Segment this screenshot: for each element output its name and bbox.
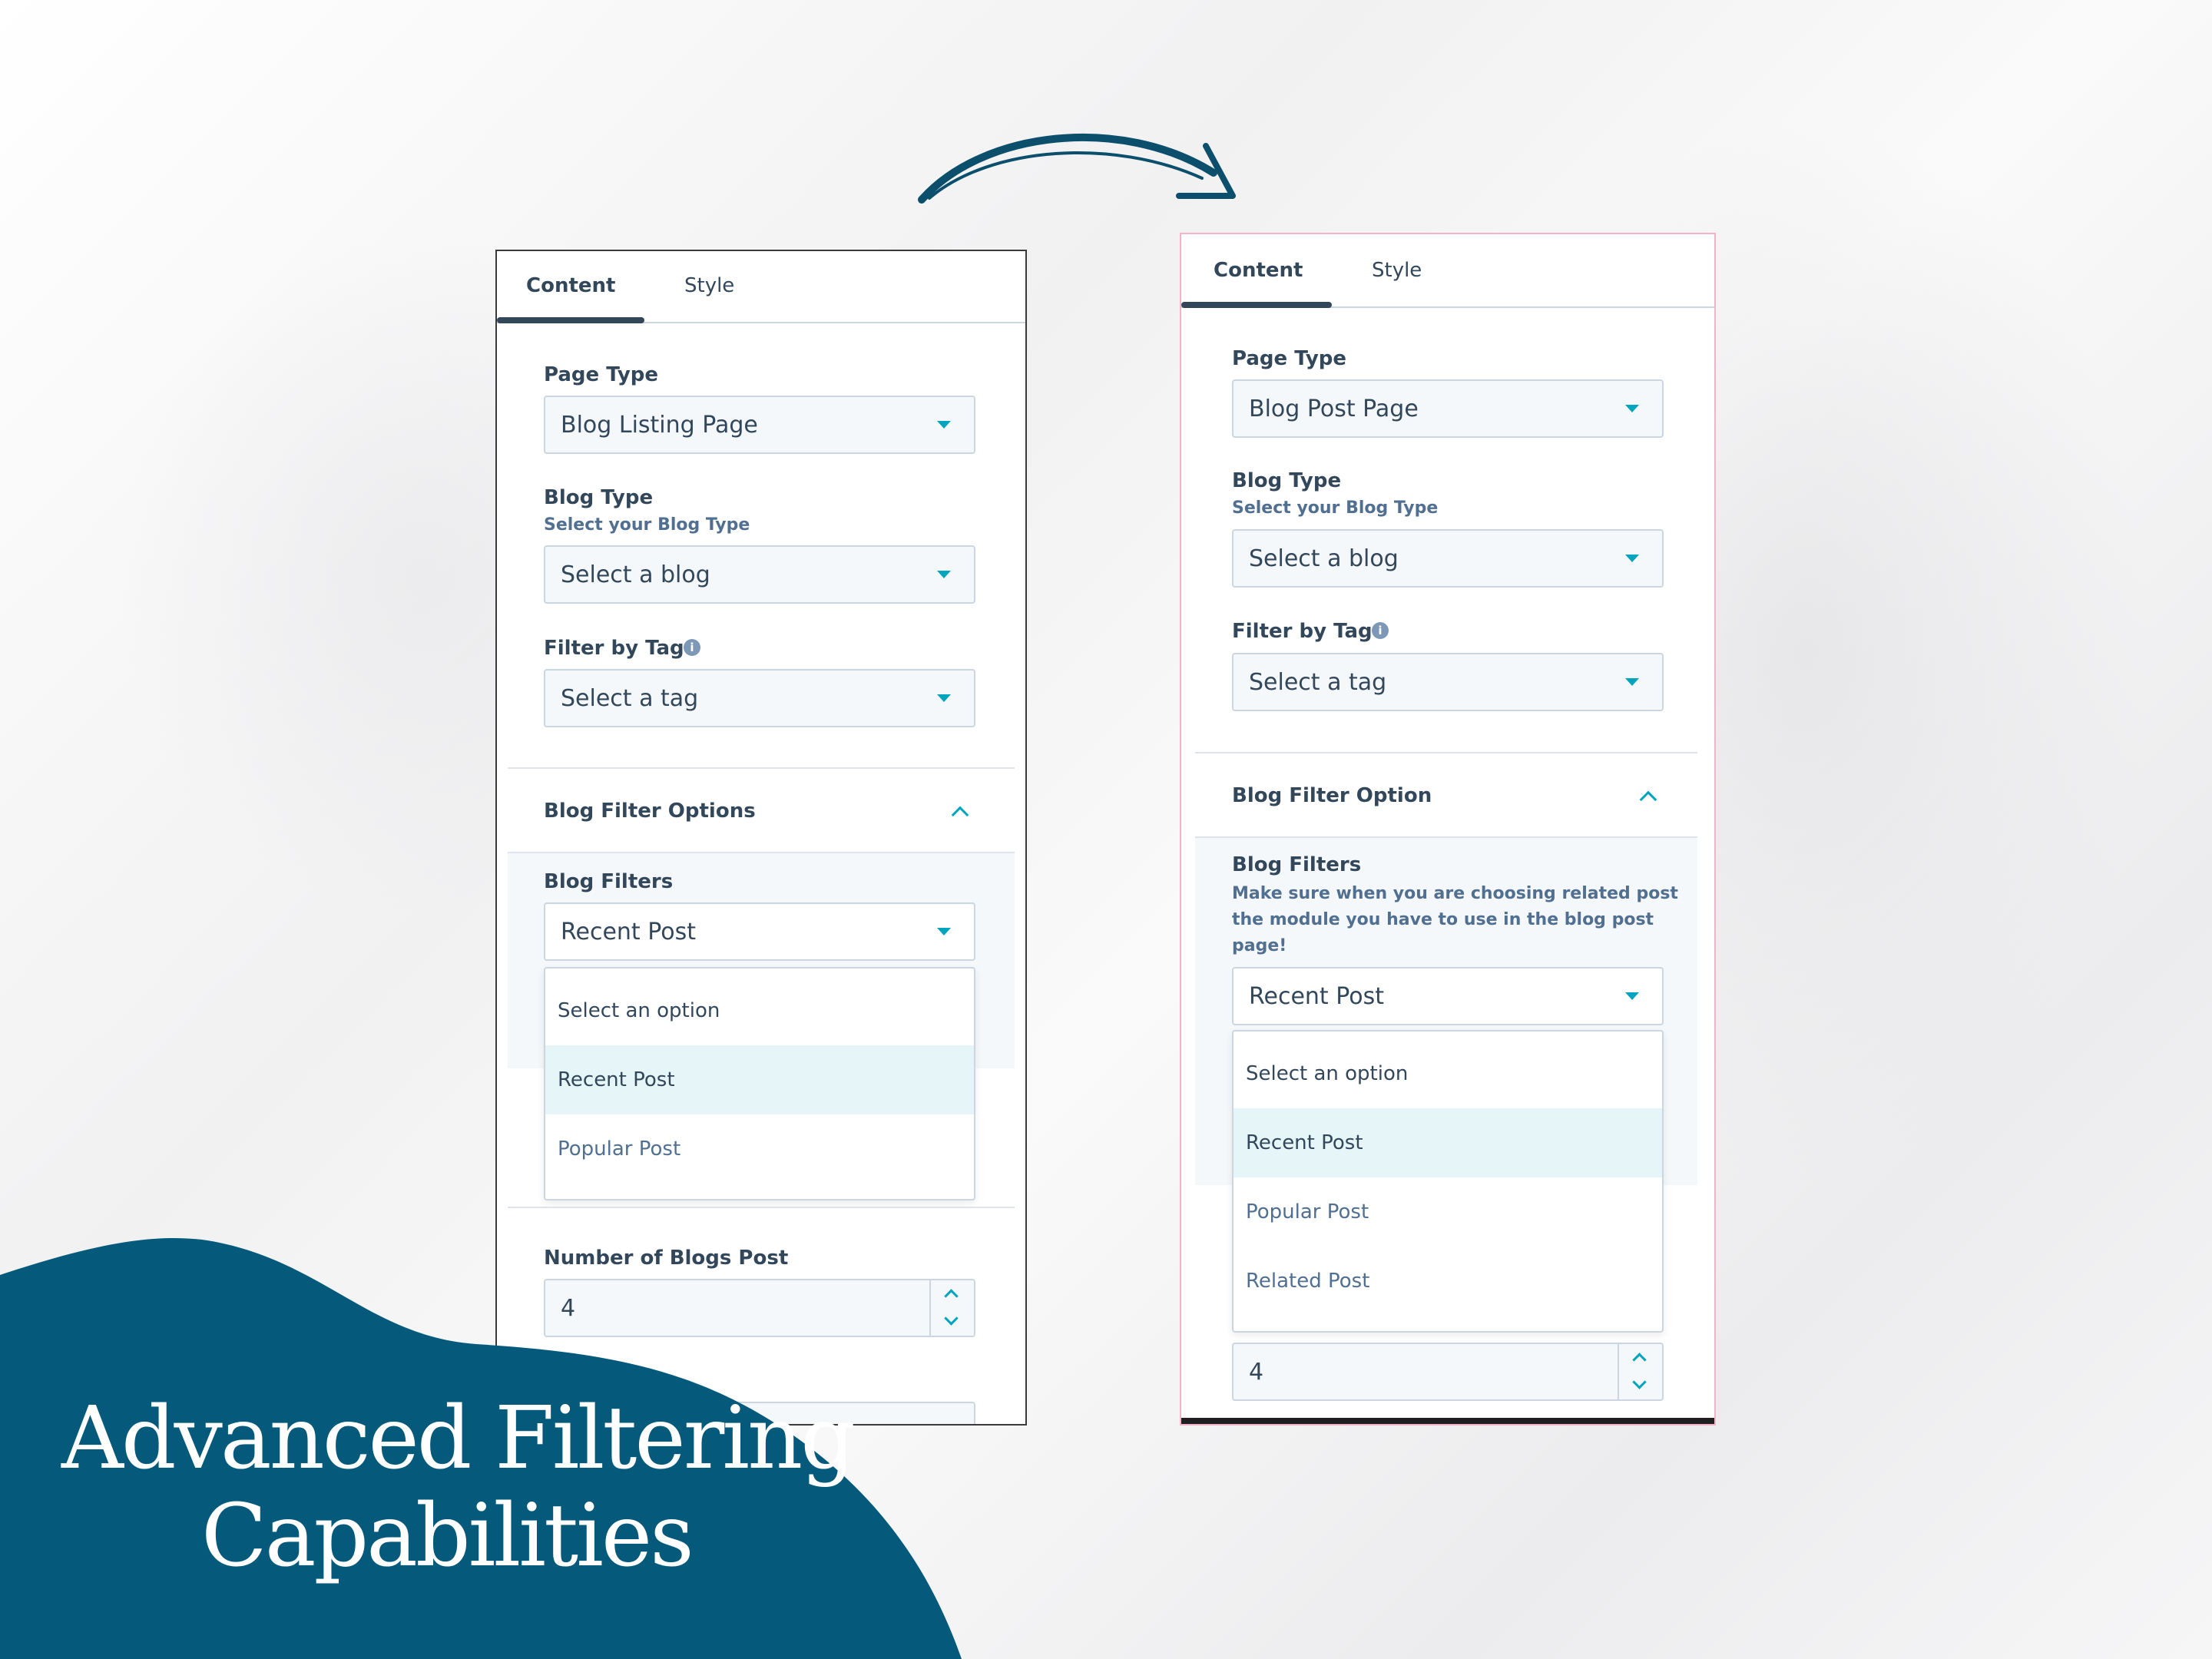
- caret-down-icon: [1625, 555, 1639, 562]
- panel-bottom-bar: [1181, 1418, 1714, 1424]
- dropdown-option[interactable]: Popular Post: [545, 1114, 974, 1184]
- info-icon[interactable]: i: [684, 639, 700, 656]
- dropdown-option[interactable]: Popular Post: [1233, 1177, 1662, 1247]
- tag-select[interactable]: Select a tag: [1232, 653, 1664, 711]
- blog-filters-label: Blog Filters: [1232, 853, 1362, 876]
- page-type-label: Page Type: [544, 363, 659, 386]
- blog-filters-select[interactable]: Recent Post: [544, 902, 975, 961]
- dropdown-option[interactable]: Related Post: [1233, 1247, 1662, 1316]
- blog-filters-help: page!: [1232, 936, 1287, 955]
- blog-filter-option-title: Blog Filter Option: [1232, 784, 1432, 807]
- blog-filters-value: Recent Post: [561, 918, 696, 945]
- page-type-select[interactable]: Blog Listing Page: [544, 396, 975, 454]
- blog-type-select[interactable]: Select a blog: [1232, 529, 1664, 588]
- blog-filters-select[interactable]: Recent Post: [1232, 967, 1664, 1025]
- filter-by-tag-label: Filter by Tag: [1232, 620, 1373, 643]
- info-icon[interactable]: i: [1372, 622, 1389, 639]
- blog-type-label: Blog Type: [544, 486, 654, 509]
- active-tab-indicator: [1181, 302, 1332, 308]
- page-type-value: Blog Listing Page: [561, 411, 758, 439]
- number-of-posts-value: 4: [1249, 1358, 1264, 1386]
- blog-filters-label: Blog Filters: [544, 870, 674, 893]
- blog-filters-help: the module you have to use in the blog p…: [1232, 910, 1654, 929]
- chevron-up-icon[interactable]: [1639, 790, 1657, 809]
- caret-down-icon: [937, 571, 951, 578]
- dropdown-option-selected[interactable]: Recent Post: [545, 1045, 974, 1114]
- page-type-select[interactable]: Blog Post Page: [1232, 379, 1664, 438]
- filter-by-tag-label: Filter by Tag: [544, 637, 684, 660]
- divider: [1195, 752, 1697, 753]
- blog-type-value: Select a blog: [1249, 545, 1399, 572]
- tag-value: Select a tag: [1249, 668, 1387, 696]
- settings-panel-after: Content Style Page Type Blog Post Page B…: [1180, 233, 1716, 1426]
- dropdown-option[interactable]: Select an option: [1233, 1039, 1662, 1108]
- tag-select[interactable]: Select a tag: [544, 669, 975, 727]
- caret-down-icon: [1625, 992, 1639, 1000]
- blog-filters-dropdown: Select an option Recent Post Popular Pos…: [1232, 1030, 1664, 1333]
- dropdown-option-selected[interactable]: Recent Post: [1233, 1108, 1662, 1177]
- caret-down-icon: [937, 694, 951, 702]
- tab-style[interactable]: Style: [1372, 259, 1422, 282]
- page-type-value: Blog Post Page: [1249, 395, 1419, 422]
- blog-filters-help: Make sure when you are choosing related …: [1232, 884, 1678, 903]
- divider: [508, 767, 1015, 769]
- blog-type-value: Select a blog: [561, 561, 710, 588]
- page-type-label: Page Type: [1232, 347, 1347, 370]
- caret-down-icon: [1625, 405, 1639, 412]
- number-of-posts-input[interactable]: 4: [1232, 1343, 1664, 1401]
- blog-type-help: Select your Blog Type: [1232, 498, 1439, 518]
- caret-down-icon: [937, 421, 951, 429]
- tab-bar: Content Style: [497, 251, 1025, 323]
- tag-value: Select a tag: [561, 684, 699, 712]
- tab-bar: Content Style: [1181, 234, 1714, 308]
- blog-filter-options-title: Blog Filter Options: [544, 800, 756, 823]
- curved-arrow-icon: [918, 133, 1236, 204]
- divider: [508, 1207, 1015, 1208]
- blog-type-select[interactable]: Select a blog: [544, 545, 975, 604]
- tab-content[interactable]: Content: [1214, 259, 1303, 282]
- chevron-up-icon[interactable]: [1632, 1353, 1647, 1367]
- blog-type-label: Blog Type: [1232, 469, 1342, 492]
- blog-filters-value: Recent Post: [1249, 982, 1384, 1010]
- number-stepper: [1618, 1344, 1662, 1399]
- blog-type-help: Select your Blog Type: [544, 515, 750, 535]
- active-tab-indicator: [497, 317, 644, 323]
- headline-line-1: Advanced Filtering: [61, 1389, 856, 1488]
- tab-style[interactable]: Style: [684, 274, 734, 297]
- tab-content[interactable]: Content: [526, 274, 615, 297]
- chevron-down-icon[interactable]: [1632, 1375, 1647, 1389]
- caret-down-icon: [937, 928, 951, 935]
- chevron-up-icon[interactable]: [951, 806, 969, 824]
- headline-line-2: Capabilities: [201, 1486, 694, 1586]
- caret-down-icon: [1625, 678, 1639, 686]
- blog-filters-dropdown: Select an option Recent Post Popular Pos…: [544, 967, 975, 1200]
- dropdown-option[interactable]: Select an option: [545, 976, 974, 1045]
